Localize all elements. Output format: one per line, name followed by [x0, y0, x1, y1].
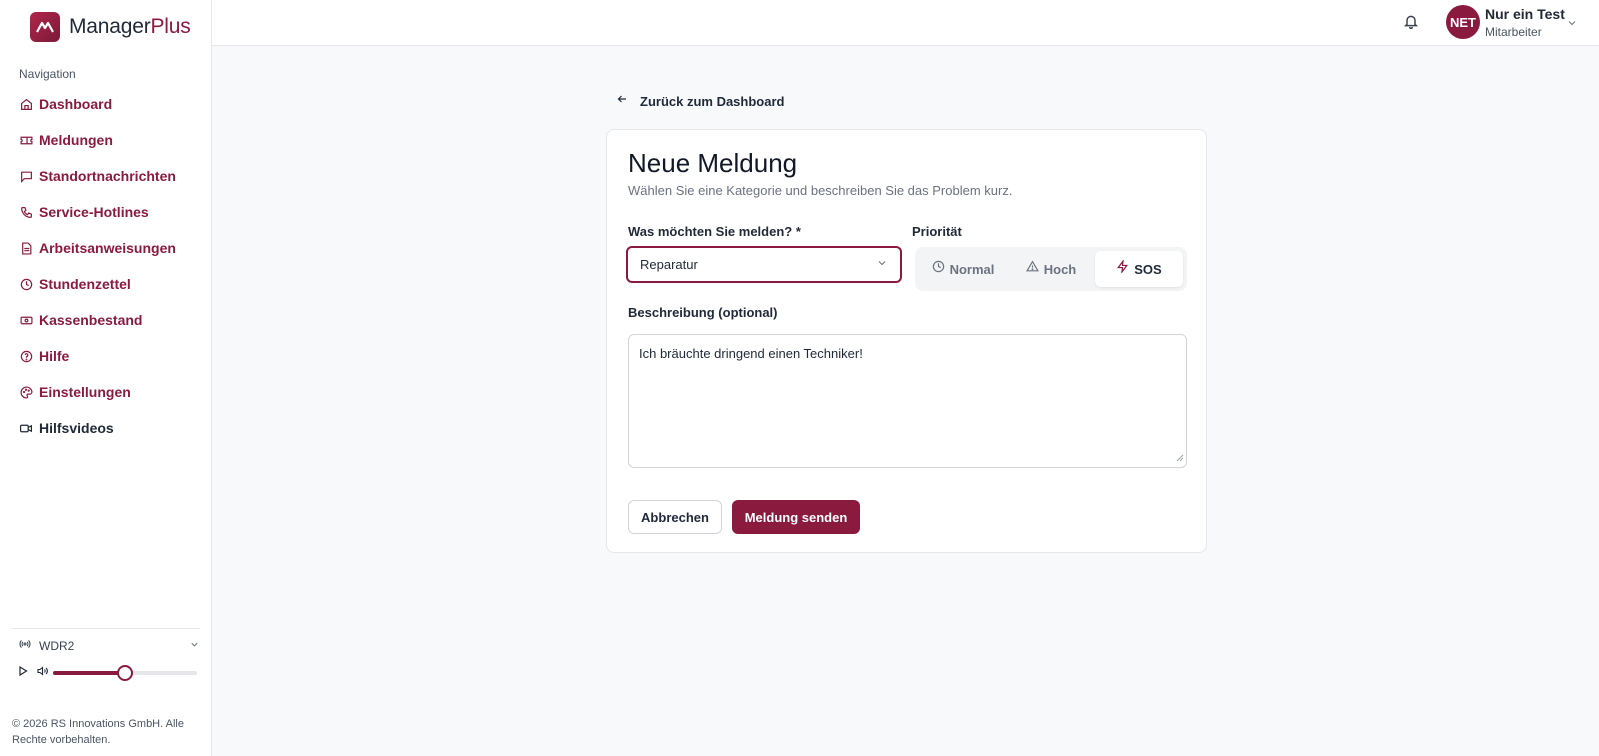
- sidebar-item-label: Einstellungen: [39, 384, 131, 400]
- back-link-label: Zurück zum Dashboard: [640, 93, 785, 109]
- chevron-down-icon: [189, 637, 200, 655]
- sidebar-item-label: Standortnachrichten: [39, 168, 176, 184]
- file-text-icon: [19, 241, 33, 255]
- description-label: Beschreibung (optional): [628, 305, 778, 320]
- video-icon: [19, 421, 33, 435]
- sidebar-item-label: Stundenzettel: [39, 276, 131, 292]
- volume-slider[interactable]: [53, 665, 197, 681]
- arrow-left-icon: [616, 92, 628, 110]
- brand-name: ManagerPlus: [69, 15, 191, 39]
- priority-sos-button[interactable]: SOS: [1095, 251, 1183, 287]
- topbar: NET Nur ein Test Mitarbeiter: [212, 0, 1599, 46]
- sidebar-item-label: Service-Hotlines: [39, 204, 149, 220]
- priority-label-text: Hoch: [1043, 261, 1077, 277]
- volume-icon[interactable]: [36, 664, 49, 682]
- sidebar-item-label: Kassenbestand: [39, 312, 143, 328]
- chevron-down-icon: [876, 256, 888, 274]
- sidebar-item-label: Hilfe: [39, 348, 70, 364]
- user-role: Mitarbeiter: [1485, 25, 1542, 39]
- category-select[interactable]: Reparatur: [626, 246, 902, 283]
- brand[interactable]: ManagerPlus: [30, 12, 191, 42]
- priority-label-text: SOS: [1134, 261, 1162, 277]
- copyright: © 2026 RS Innovations GmbH. Alle Rechte …: [12, 718, 184, 746]
- nav-heading: Navigation: [19, 67, 76, 81]
- description-textarea[interactable]: Ich bräuchte dringend einen Techniker!: [628, 334, 1187, 468]
- category-label: Was möchten Sie melden? *: [628, 224, 801, 239]
- sidebar-item-label: Dashboard: [39, 96, 113, 112]
- new-report-card: Neue Meldung Wählen Sie eine Kategorie u…: [606, 129, 1207, 553]
- radio-station-name: WDR2: [39, 639, 75, 653]
- radio-player: WDR2: [12, 628, 200, 683]
- play-icon[interactable]: [17, 664, 29, 682]
- sidebar-item-dashboard[interactable]: Dashboard: [19, 86, 204, 122]
- radio-station-select[interactable]: WDR2: [12, 637, 200, 655]
- priority-label: Priorität: [912, 224, 962, 239]
- submit-report-button[interactable]: Meldung senden: [732, 500, 860, 534]
- bell-icon[interactable]: [1403, 13, 1421, 31]
- sidebar-item-standortnachrichten[interactable]: Standortnachrichten: [19, 158, 204, 194]
- brand-name-main: Manager: [69, 15, 151, 38]
- volume-slider-fill: [53, 671, 125, 675]
- clock-icon: [932, 260, 945, 278]
- sidebar-item-kassenbestand[interactable]: Kassenbestand: [19, 302, 204, 338]
- sidebar-item-einstellungen[interactable]: Einstellungen: [19, 374, 204, 410]
- sidebar-item-label: Arbeitsanweisungen: [39, 240, 176, 256]
- priority-hoch-button[interactable]: Hoch: [1007, 251, 1095, 287]
- page-title: Neue Meldung: [628, 148, 798, 178]
- sidebar-item-label: Hilfsvideos: [39, 420, 114, 436]
- phone-icon: [19, 205, 33, 219]
- nav-list: Dashboard Meldungen Standortnachrichten …: [19, 86, 204, 446]
- back-to-dashboard-link[interactable]: Zurück zum Dashboard: [616, 92, 784, 110]
- zap-icon: [1116, 258, 1129, 278]
- user-name[interactable]: Nur ein Test: [1485, 6, 1565, 22]
- message-square-icon: [19, 169, 33, 183]
- sidebar-item-label: Meldungen: [39, 132, 113, 148]
- brand-name-accent: Plus: [150, 15, 191, 38]
- home-icon: [19, 97, 33, 111]
- sidebar-item-hilfsvideos[interactable]: Hilfsvideos: [19, 410, 204, 446]
- chevron-down-icon[interactable]: [1566, 16, 1578, 34]
- priority-toggle-group: Normal Hoch SOS: [915, 247, 1187, 291]
- brand-logo-icon: [30, 12, 60, 42]
- cancel-button[interactable]: Abbrechen: [628, 500, 722, 534]
- alert-triangle-icon: [1025, 260, 1039, 278]
- page-subtitle: Wählen Sie eine Kategorie und beschreibe…: [628, 183, 1013, 198]
- help-circle-icon: [19, 349, 33, 363]
- palette-icon: [19, 385, 33, 399]
- sidebar-item-meldungen[interactable]: Meldungen: [19, 122, 204, 158]
- clock-icon: [19, 277, 33, 291]
- avatar[interactable]: NET: [1446, 5, 1480, 39]
- radio-controls: [12, 663, 200, 683]
- sidebar: ManagerPlus Navigation Dashboard Meldung…: [0, 0, 212, 756]
- banknote-icon: [19, 313, 33, 327]
- category-select-value: Reparatur: [640, 257, 698, 272]
- priority-normal-button[interactable]: Normal: [919, 251, 1007, 287]
- radio-icon: [19, 637, 31, 655]
- sidebar-item-arbeitsanweisungen[interactable]: Arbeitsanweisungen: [19, 230, 204, 266]
- sidebar-item-stundenzettel[interactable]: Stundenzettel: [19, 266, 204, 302]
- sidebar-item-service-hotlines[interactable]: Service-Hotlines: [19, 194, 204, 230]
- ticket-icon: [19, 133, 33, 147]
- description-text: Ich bräuchte dringend einen Techniker!: [639, 346, 863, 361]
- resize-grip-icon[interactable]: [1176, 450, 1184, 465]
- volume-slider-thumb[interactable]: [117, 665, 133, 681]
- priority-label-text: Normal: [949, 261, 995, 277]
- sidebar-item-hilfe[interactable]: Hilfe: [19, 338, 204, 374]
